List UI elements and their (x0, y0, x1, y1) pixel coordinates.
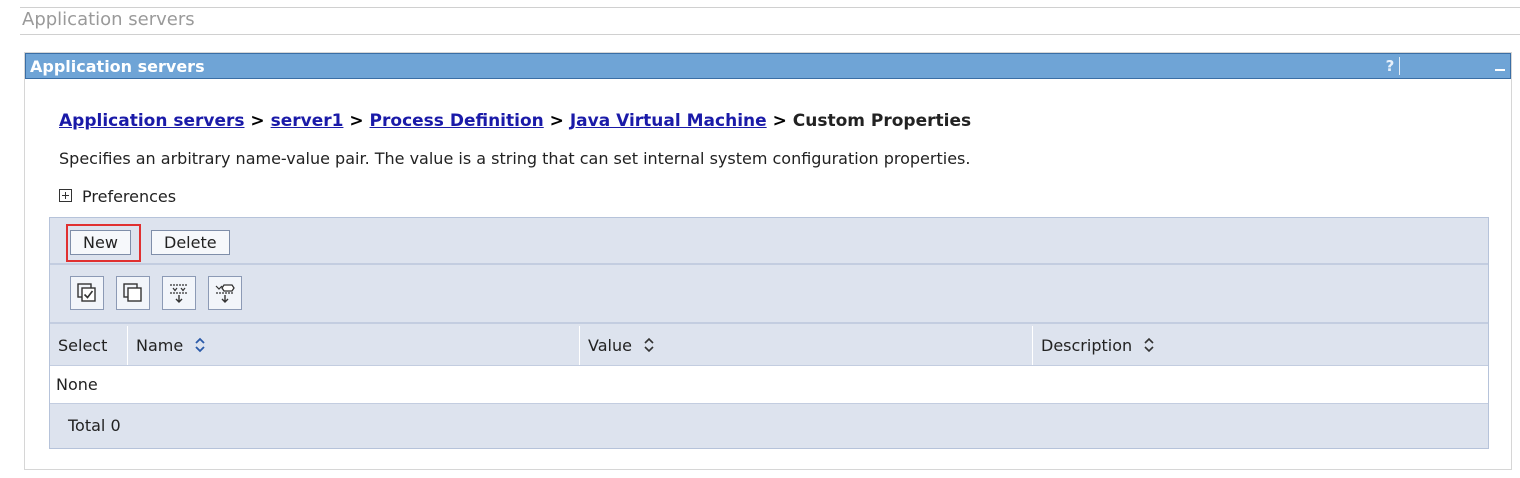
top-divider (20, 7, 1520, 8)
portlet-title: Application servers (30, 57, 205, 76)
table-header: Select Name Value Description (50, 326, 1488, 366)
page-description: Specifies an arbitrary name-value pair. … (59, 149, 971, 168)
breadcrumb-link-java-virtual-machine[interactable]: Java Virtual Machine (570, 111, 767, 131)
help-icon[interactable]: ? (1382, 56, 1398, 76)
delete-button[interactable]: Delete (151, 230, 230, 255)
sort-icon[interactable] (643, 336, 655, 354)
select-all-icon[interactable] (70, 276, 104, 310)
clear-filter-icon[interactable] (208, 276, 242, 310)
title-underline (20, 34, 1520, 35)
sort-icon[interactable] (1143, 336, 1155, 354)
preferences-label: Preferences (82, 187, 177, 206)
column-header-label: Name (136, 336, 184, 355)
table-total: Total 0 (50, 403, 1488, 448)
show-filter-icon[interactable] (162, 276, 196, 310)
sort-icon[interactable] (194, 336, 206, 354)
expand-icon[interactable] (59, 189, 72, 202)
column-header-label: Select (58, 336, 108, 355)
breadcrumb-link-process-definition[interactable]: Process Definition (370, 111, 544, 131)
breadcrumb-separator: > (250, 111, 271, 131)
deselect-all-icon[interactable] (116, 276, 150, 310)
column-header-value[interactable]: Value (580, 326, 1033, 365)
breadcrumb-separator: > (549, 111, 570, 131)
custom-properties-table: New Delete Select Name Value Description… (49, 217, 1489, 449)
breadcrumb: Application servers > server1 > Process … (59, 111, 971, 131)
new-button[interactable]: New (70, 230, 131, 255)
breadcrumb-link-server1[interactable]: server1 (271, 111, 344, 131)
titlebar-divider (1399, 57, 1400, 75)
button-bar: New Delete (50, 218, 1488, 265)
column-header-description[interactable]: Description (1033, 326, 1488, 365)
empty-table-message: None (50, 366, 1488, 403)
page-title: Application servers (22, 9, 195, 30)
application-servers-portlet: Application servers ? Application server… (24, 52, 1512, 470)
column-header-label: Value (588, 336, 632, 355)
column-header-select: Select (50, 326, 128, 365)
breadcrumb-separator: > (349, 111, 370, 131)
preferences-toggle[interactable]: Preferences (59, 187, 176, 206)
table-icon-bar (50, 267, 1488, 324)
column-header-name[interactable]: Name (128, 326, 580, 365)
breadcrumb-separator: > (772, 111, 793, 131)
column-header-label: Description (1041, 336, 1133, 355)
breadcrumb-link-application-servers[interactable]: Application servers (59, 111, 245, 131)
breadcrumb-current: Custom Properties (792, 111, 972, 131)
minimize-icon[interactable] (1492, 60, 1508, 74)
portlet-titlebar: Application servers ? (25, 53, 1511, 79)
